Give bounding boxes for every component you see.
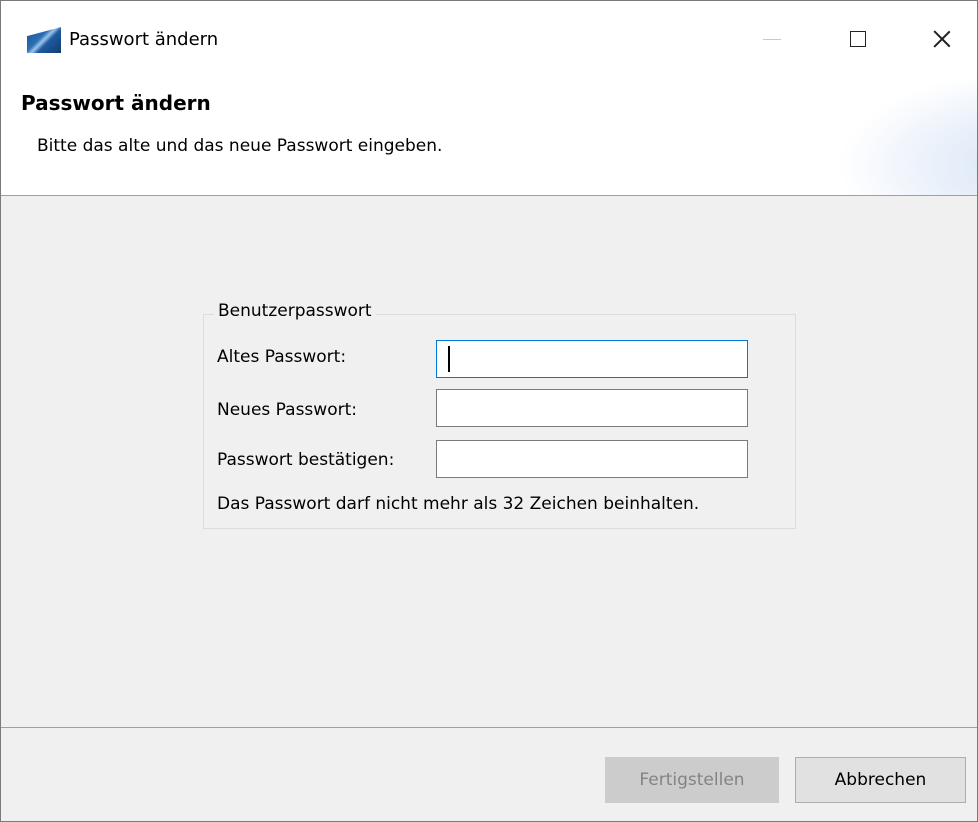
groupbox-legend: Benutzerpasswort <box>214 301 376 321</box>
new-password-input[interactable] <box>436 389 748 427</box>
title-bar: Passwort ändern <box>1 1 977 79</box>
maximize-button[interactable] <box>835 1 881 77</box>
password-length-hint: Das Passwort darf nicht mehr als 32 Zeic… <box>217 494 700 514</box>
maximize-icon <box>850 31 866 47</box>
footer-separator <box>1 727 977 728</box>
confirm-password-label: Passwort bestätigen: <box>217 450 395 470</box>
confirm-password-input[interactable] <box>436 440 748 478</box>
close-button[interactable] <box>919 1 965 77</box>
old-password-input[interactable] <box>436 340 748 378</box>
old-password-label: Altes Passwort: <box>217 347 347 367</box>
header-title: Passwort ändern <box>21 91 211 115</box>
header-decoration <box>837 79 977 195</box>
window-title: Passwort ändern <box>69 29 219 50</box>
header-description: Bitte das alte und das neue Passwort ein… <box>37 136 443 156</box>
finish-button[interactable]: Fertigstellen <box>605 757 779 803</box>
cancel-button[interactable]: Abbrechen <box>795 757 966 803</box>
text-caret <box>448 346 450 372</box>
new-password-label: Neues Passwort: <box>217 400 357 420</box>
app-logo-icon <box>27 27 61 53</box>
password-dialog: Passwort ändern Passwort ändern Bitte da… <box>0 0 978 822</box>
close-icon <box>932 29 952 49</box>
minimize-icon <box>763 38 781 40</box>
dialog-header: Passwort ändern Bitte das alte und das n… <box>1 79 977 196</box>
minimize-button[interactable] <box>749 1 795 77</box>
